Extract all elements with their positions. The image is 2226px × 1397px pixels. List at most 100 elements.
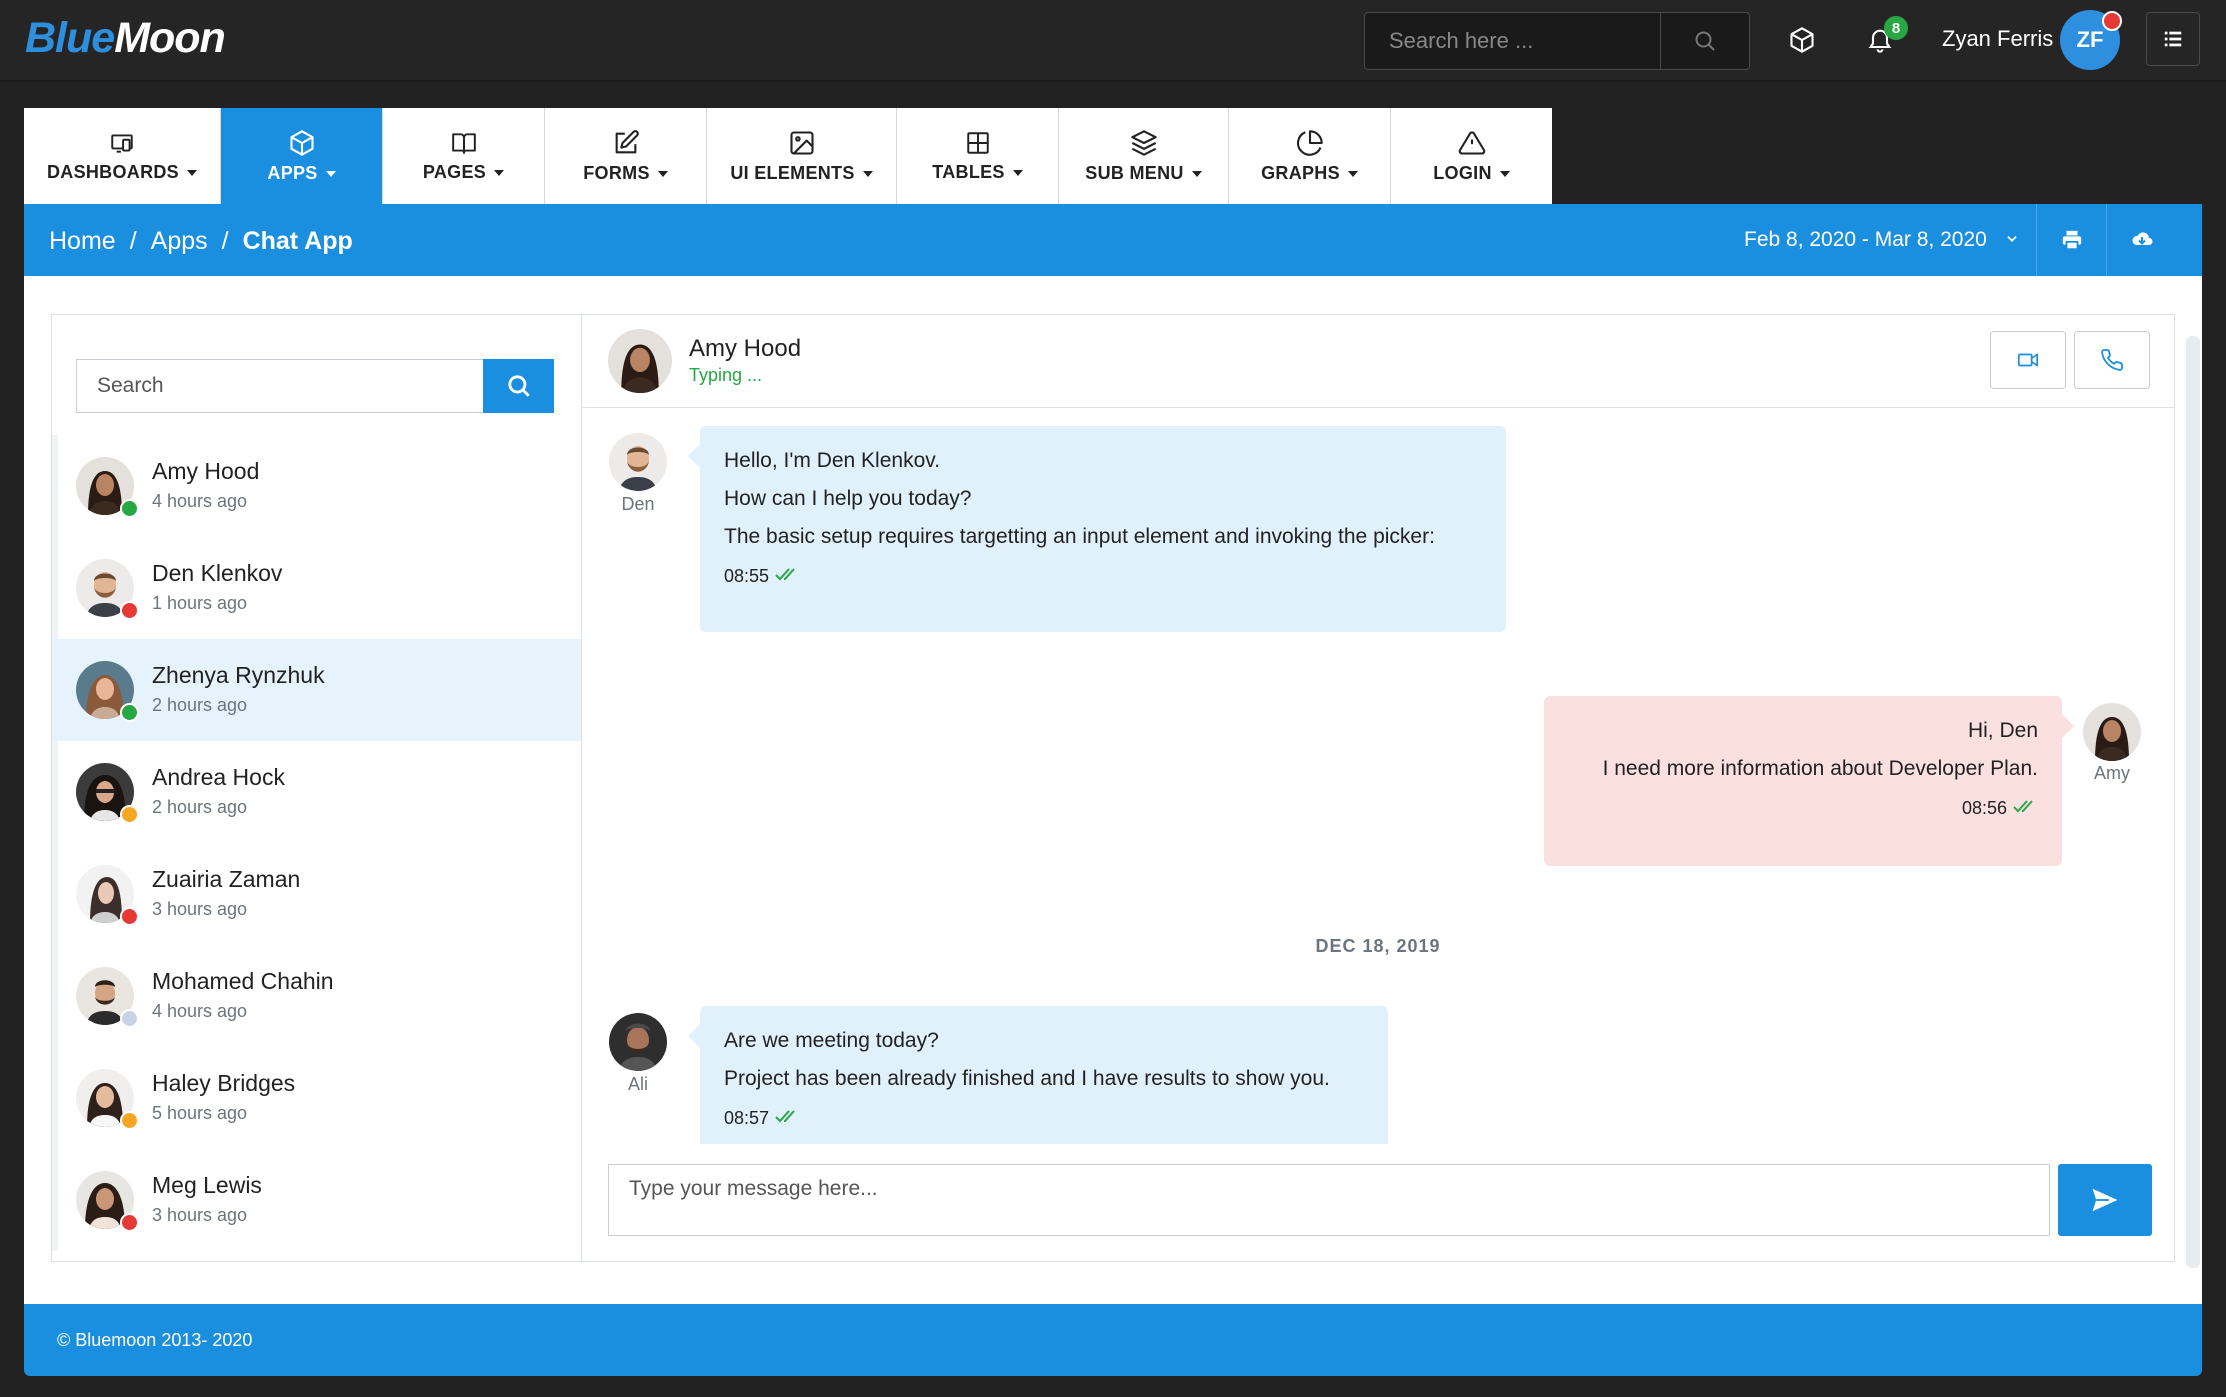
page-scrollbar[interactable] <box>2186 336 2200 1268</box>
contact-item[interactable]: Amy Hood 4 hours ago <box>52 435 581 537</box>
print-button[interactable] <box>2036 204 2107 276</box>
contact-item[interactable]: Haley Bridges 5 hours ago <box>52 1047 581 1149</box>
contact-item[interactable]: Zhenya Rynzhuk 2 hours ago <box>52 639 581 741</box>
contacts-panel: Amy Hood 4 hours ago Den Klenkov 1 hours… <box>52 315 582 1261</box>
send-icon <box>2092 1188 2118 1212</box>
nav-sub-menu-label: SUB MENU <box>1085 162 1184 183</box>
double-check-icon <box>2013 800 2033 813</box>
contact-list: Amy Hood 4 hours ago Den Klenkov 1 hours… <box>52 435 581 1251</box>
contact-name: Haley Bridges <box>152 1070 296 1096</box>
contact-search-button[interactable] <box>483 359 554 413</box>
message-time-text: 08:55 <box>724 566 770 586</box>
message-time: 08:56 <box>1568 794 2038 822</box>
nav-forms[interactable]: FORMS <box>545 108 707 204</box>
notification-badge: 8 <box>1884 16 1908 40</box>
status-dot <box>120 1213 139 1232</box>
download-button[interactable] <box>2106 204 2177 276</box>
contact-time: 3 hours ago <box>152 1205 248 1225</box>
brand-logo[interactable]: BlueMoon <box>25 14 226 63</box>
date-range-picker[interactable]: Feb 8, 2020 - Mar 8, 2020 <box>1744 228 2021 252</box>
conversation-panel: Amy Hood Typing ... Den Hello, I'm Den K… <box>582 315 2174 1261</box>
nav-forms-label: FORMS <box>583 162 650 183</box>
contact-time: 4 hours ago <box>152 491 248 511</box>
message-composer <box>608 1164 2050 1236</box>
video-call-button[interactable] <box>1990 331 2066 389</box>
message-line: Are we meeting today? <box>724 1029 939 1052</box>
status-dot <box>120 805 139 824</box>
main-content: Amy Hood 4 hours ago Den Klenkov 1 hours… <box>24 276 2202 1304</box>
brand-part-1: Blue <box>25 14 115 62</box>
nav-apps[interactable]: APPS <box>221 108 383 204</box>
box-icon <box>289 129 314 156</box>
status-dot <box>120 499 139 518</box>
avatar <box>608 329 672 393</box>
message-input[interactable] <box>608 1164 2050 1236</box>
nav-pages-label: PAGES <box>422 161 487 182</box>
global-search-button[interactable] <box>1660 13 1749 69</box>
nav-tables[interactable]: TABLES <box>897 108 1059 204</box>
global-search <box>1364 12 1750 70</box>
contact-search-input[interactable] <box>76 359 484 413</box>
avatar <box>609 1013 667 1071</box>
apps-cube-button[interactable] <box>1784 22 1820 58</box>
nav-dashboards[interactable]: DASHBOARDS <box>24 108 221 204</box>
contact-item[interactable]: Mohamed Chahin 4 hours ago <box>52 945 581 1047</box>
nav-ui-elements-label: UI ELEMENTS <box>730 162 855 183</box>
warning-icon <box>1458 130 1485 155</box>
global-search-input[interactable] <box>1365 13 1661 69</box>
message-bubble-outgoing: Hi, Den I need more information about De… <box>1544 696 2074 866</box>
breadcrumb-home[interactable]: Home <box>49 227 116 255</box>
nav-sub-menu[interactable]: SUB MENU <box>1059 108 1229 204</box>
nav-login-label: LOGIN <box>1433 162 1492 183</box>
double-check-icon <box>775 1110 795 1123</box>
message-list: Den Hello, I'm Den Klenkov. How can I he… <box>582 408 2174 1144</box>
status-dot <box>120 601 139 620</box>
sender-label: Den <box>621 494 655 514</box>
avatar <box>2083 703 2141 761</box>
contact-name: Zhenya Rynzhuk <box>152 662 325 688</box>
contact-time: 4 hours ago <box>152 1001 248 1021</box>
nav-login[interactable]: LOGIN <box>1391 108 1552 204</box>
send-button[interactable] <box>2058 1164 2152 1236</box>
menu-toggle-button[interactable] <box>2146 12 2200 66</box>
user-status-dot <box>2102 11 2122 31</box>
contact-time: 2 hours ago <box>152 695 248 715</box>
nav-ui-elements[interactable]: UI ELEMENTS <box>707 108 897 204</box>
cloud-download-icon <box>2132 232 2153 245</box>
printer-icon <box>2062 230 2082 251</box>
sender-label: Ali <box>627 1074 648 1094</box>
cube-icon <box>1790 27 1814 53</box>
nav-graphs[interactable]: GRAPHS <box>1229 108 1391 204</box>
user-name[interactable]: Zyan Ferris <box>1942 26 2053 52</box>
voice-call-button[interactable] <box>2074 331 2150 389</box>
list-icon <box>2164 31 2182 47</box>
contact-item[interactable]: Zuairia Zaman 3 hours ago <box>52 843 581 945</box>
brand-part-2: Moon <box>114 14 226 62</box>
message-line: Project has been already finished and I … <box>724 1067 1330 1090</box>
contact-time: 1 hours ago <box>152 593 248 613</box>
message-bubble-incoming: Hello, I'm Den Klenkov. How can I help y… <box>688 426 1506 632</box>
chat-app: Amy Hood 4 hours ago Den Klenkov 1 hours… <box>51 314 2175 1262</box>
nav-tables-label: TABLES <box>932 161 1005 182</box>
message-time: 08:55 <box>724 562 1482 590</box>
message-line: Hello, I'm Den Klenkov. <box>724 449 941 472</box>
nav-pages[interactable]: PAGES <box>383 108 545 204</box>
nav-graphs-label: GRAPHS <box>1261 162 1340 183</box>
book-icon <box>451 132 476 154</box>
breadcrumb-bar: Home / Apps / Chat App Feb 8, 2020 - Mar 8, … <box>24 204 2202 276</box>
contact-item[interactable]: Andrea Hock 2 hours ago <box>52 741 581 843</box>
contact-item[interactable]: Den Klenkov 1 hours ago <box>52 537 581 639</box>
contact-name: Andrea Hock <box>152 764 285 790</box>
double-check-icon <box>775 568 795 581</box>
conversation-name: Amy Hood <box>689 335 802 362</box>
date-range-label: Feb 8, 2020 - Mar 8, 2020 <box>1744 228 1987 251</box>
contact-item[interactable]: Meg Lewis 3 hours ago <box>52 1149 581 1251</box>
contact-time: 5 hours ago <box>152 1103 248 1123</box>
breadcrumb-apps[interactable]: Apps <box>151 227 208 255</box>
status-dot <box>120 1009 139 1028</box>
layers-icon <box>1130 129 1157 156</box>
sender-label: Amy <box>2094 763 2130 783</box>
edit-icon <box>615 129 639 153</box>
chevron-down-icon <box>2006 236 2017 242</box>
contact-time: 3 hours ago <box>152 899 248 919</box>
